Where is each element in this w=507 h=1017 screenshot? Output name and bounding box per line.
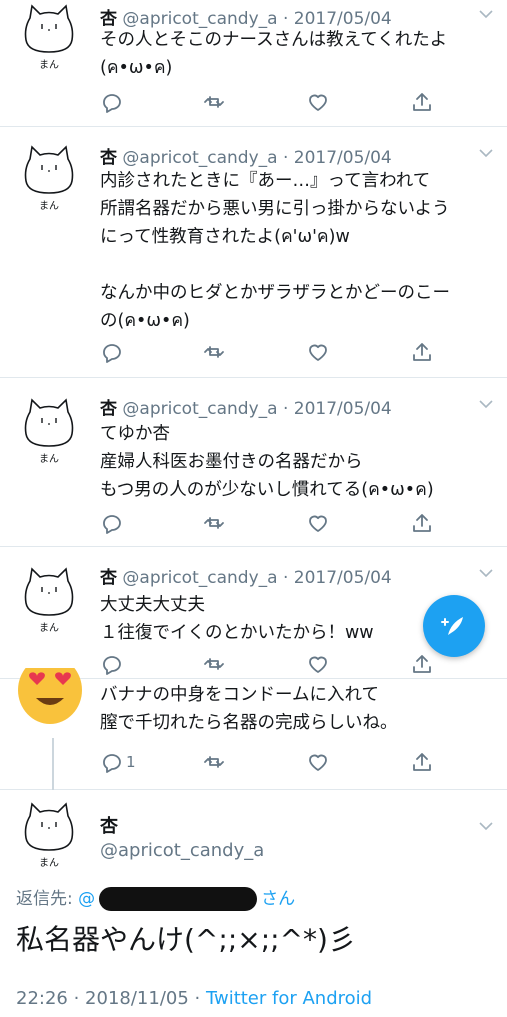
share-button[interactable] <box>411 339 433 365</box>
heart-icon <box>309 515 327 532</box>
avatar[interactable]: まん <box>22 396 76 465</box>
chevron-down-icon[interactable] <box>479 400 493 410</box>
avatar-label: まん <box>39 454 59 465</box>
tweet-author[interactable]: 杏 @apricot_candy_a · 2017/05/04 <box>100 394 392 419</box>
chevron-down-icon[interactable] <box>479 822 493 832</box>
retweet-button[interactable] <box>203 510 225 536</box>
mention-prefix: @ <box>78 889 96 909</box>
avatar[interactable]: まん <box>22 143 76 212</box>
chevron-down-icon[interactable] <box>479 569 493 579</box>
tweet-actions <box>100 339 440 365</box>
avatar[interactable]: まん <box>22 2 76 71</box>
timestamp: 22:26 · 2018/11/05 · <box>16 988 206 1009</box>
reply-button[interactable]: 1 <box>100 749 136 775</box>
share-button[interactable] <box>411 89 433 115</box>
cat-avatar-icon <box>24 5 74 53</box>
main-tweet-text: 私名器やんけ(^;;×;;^*)彡 <box>16 923 356 956</box>
author-handle[interactable]: @apricot_candy_a <box>100 840 264 861</box>
cat-avatar-icon <box>24 399 74 447</box>
thread-line <box>52 738 54 790</box>
heart-icon <box>309 754 327 771</box>
like-button[interactable] <box>307 89 329 115</box>
author-meta: @apricot_candy_a · 2017/05/04 <box>122 399 392 419</box>
reply-button[interactable] <box>100 89 122 115</box>
retweet-button[interactable] <box>203 339 225 365</box>
avatar[interactable]: まん <box>22 565 76 634</box>
retweet-button[interactable] <box>203 89 225 115</box>
tweet-3[interactable]: まん 杏 @apricot_candy_a · 2017/05/04 てゆか杏 … <box>0 378 507 547</box>
author-name: 杏 <box>100 399 117 419</box>
avatar-label: まん <box>39 858 59 869</box>
like-button[interactable] <box>307 651 329 677</box>
tweet-text: その人とそこのナースさんは教えてくれたよ (ค•ω•ค) <box>100 30 448 78</box>
tweet-actions <box>100 89 440 115</box>
compose-tweet-button[interactable] <box>423 595 485 657</box>
mention-suffix: さん <box>261 889 296 909</box>
chevron-down-icon[interactable] <box>479 10 493 20</box>
tweet-text: 内診されたときに『あー…』って言われて 所謂名器だから悪い男に引っ掛からないよう… <box>100 171 450 331</box>
avatar-label: まん <box>39 60 59 71</box>
retweet-icon <box>204 517 224 529</box>
avatar[interactable] <box>16 668 84 730</box>
tweet-text: てゆか杏 産婦人科医お墨付きの名器だから もつ男の人のが少ないし慣れてる(ค•ω… <box>100 424 434 500</box>
reply-count: 1 <box>126 753 136 771</box>
source-link[interactable]: Twitter for Android <box>206 988 372 1009</box>
reply-button[interactable] <box>100 339 122 365</box>
retweet-button[interactable] <box>203 749 225 775</box>
author-name[interactable]: 杏 <box>100 812 118 838</box>
tweet-text: バナナの中身をコンドームに入れて 膣で千切れたら名器の完成らしいね。 <box>100 685 398 733</box>
reply-icon <box>103 754 121 773</box>
reply-icon <box>103 94 121 113</box>
tweet-actions: 1 <box>100 749 440 775</box>
share-icon <box>413 753 431 771</box>
chevron-down-icon[interactable] <box>479 149 493 159</box>
tweet-actions <box>100 510 440 536</box>
tweet-actions <box>100 651 440 677</box>
author-name: 杏 <box>100 568 117 588</box>
cat-avatar-icon <box>24 803 74 851</box>
retweet-button[interactable] <box>203 651 225 677</box>
redacted-username <box>99 887 258 911</box>
share-icon <box>413 514 431 532</box>
heart-icon <box>309 94 327 111</box>
share-button[interactable] <box>411 651 433 677</box>
heart-eyes-emoji-icon <box>18 668 82 724</box>
reply-button[interactable] <box>100 510 122 536</box>
tweet-author[interactable]: 杏 @apricot_candy_a · 2017/05/04 <box>100 143 392 168</box>
retweet-icon <box>204 658 224 670</box>
retweet-icon <box>204 756 224 768</box>
reply-button[interactable] <box>100 651 122 677</box>
reply-icon <box>103 656 121 675</box>
reply-mention[interactable]: @ さん <box>78 887 296 911</box>
share-icon <box>413 343 431 361</box>
tweet-author[interactable]: 杏 @apricot_candy_a · 2017/05/04 <box>100 563 392 588</box>
like-button[interactable] <box>307 339 329 365</box>
author-meta: @apricot_candy_a · 2017/05/04 <box>122 148 392 168</box>
compose-icon <box>441 617 463 635</box>
like-button[interactable] <box>307 749 329 775</box>
like-button[interactable] <box>307 510 329 536</box>
reply-to: 返信先: @ さん <box>16 884 295 911</box>
cat-avatar-icon <box>24 146 74 194</box>
heart-icon <box>309 656 327 673</box>
tweet-1[interactable]: まん 杏 @apricot_candy_a · 2017/05/04 その人とそ… <box>0 0 507 127</box>
avatar-label: まん <box>39 623 59 634</box>
reply-to-label: 返信先: <box>16 889 73 909</box>
share-button[interactable] <box>411 749 433 775</box>
reply-icon <box>103 344 121 363</box>
tweet-footer: 22:26 · 2018/11/05 · Twitter for Android <box>16 988 372 1009</box>
reply-icon <box>103 515 121 534</box>
cat-avatar-icon <box>24 568 74 616</box>
share-icon <box>413 655 431 673</box>
retweet-icon <box>204 346 224 358</box>
retweet-icon <box>204 96 224 108</box>
share-button[interactable] <box>411 510 433 536</box>
tweet-2[interactable]: まん 杏 @apricot_candy_a · 2017/05/04 内診された… <box>0 127 507 378</box>
avatar[interactable]: まん <box>22 800 76 869</box>
share-icon <box>413 93 431 111</box>
author-name: 杏 <box>100 148 117 168</box>
author-meta: @apricot_candy_a · 2017/05/04 <box>122 568 392 588</box>
heart-icon <box>309 344 327 361</box>
avatar-label: まん <box>39 201 59 212</box>
